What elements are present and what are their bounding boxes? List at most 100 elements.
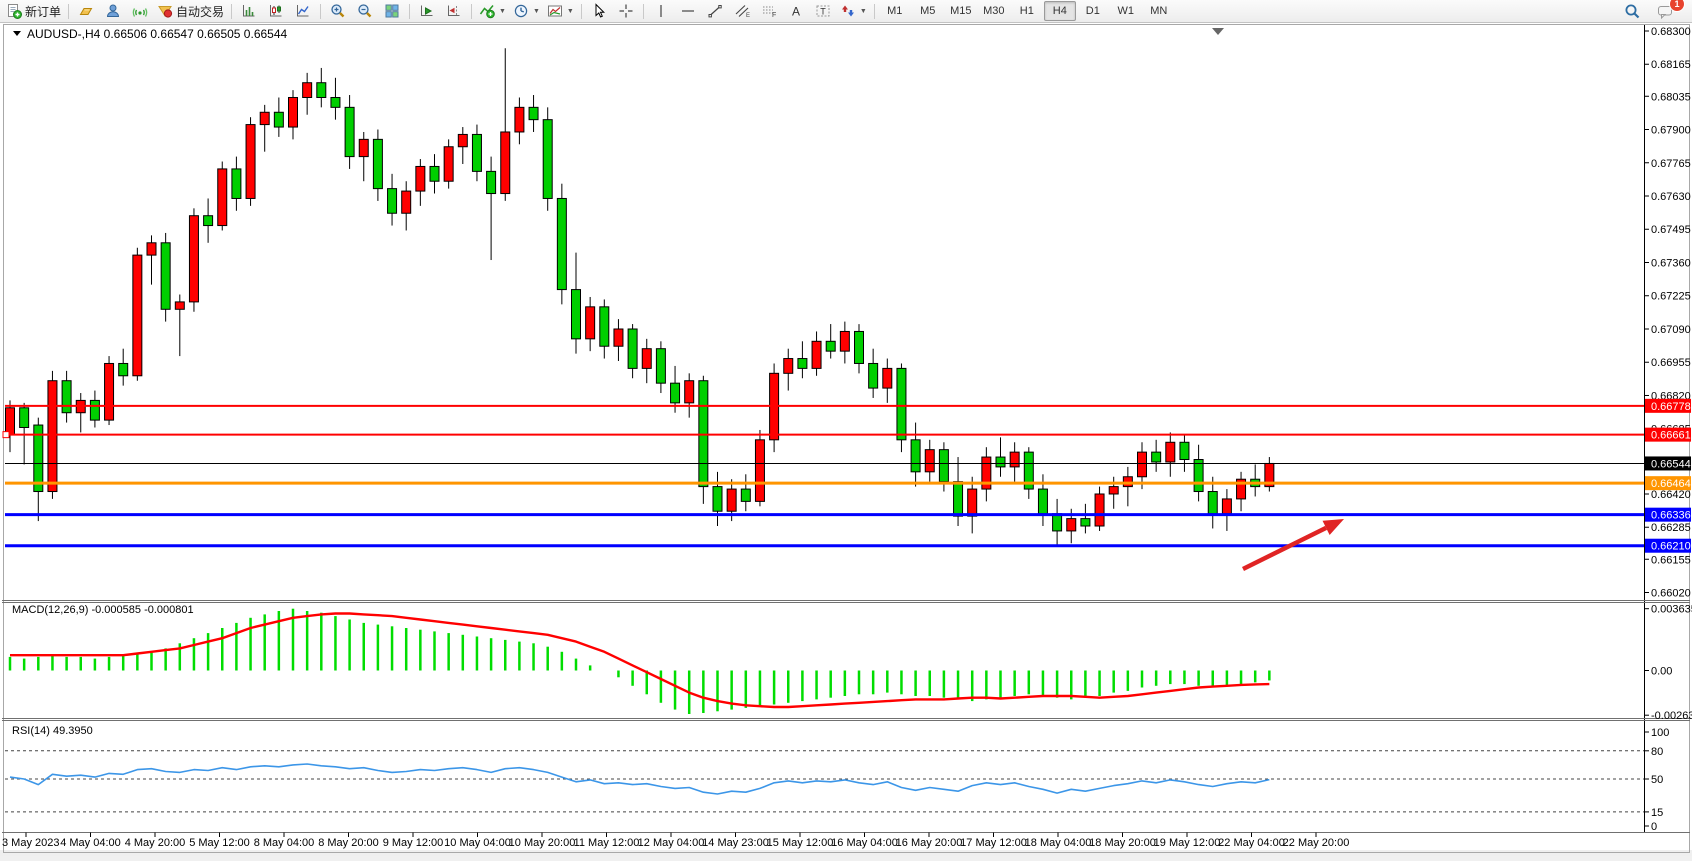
timeframe-button-m1[interactable]: M1 (879, 1, 911, 21)
candle-bearish (62, 381, 71, 413)
macd-axis-label: -0.00263 (1651, 710, 1692, 722)
chart-canvas: 0.683000.681650.680350.679000.677650.676… (0, 23, 1692, 856)
price-marker-label: 0.66778 (1651, 401, 1691, 413)
candle-bullish (727, 489, 736, 511)
chat-button[interactable]: 1 (1653, 0, 1679, 22)
rsi-axis-label: 50 (1651, 774, 1663, 786)
candle-bearish (274, 112, 283, 127)
timeframe-button-m15[interactable]: M15 (945, 1, 977, 21)
candle-bearish (826, 341, 835, 351)
candle-bearish (996, 457, 1005, 467)
price-axis-tick-label: 0.66155 (1651, 554, 1691, 566)
svg-text:A: A (792, 5, 800, 19)
svg-text:F: F (772, 12, 776, 19)
rsi-axis-label: 0 (1651, 821, 1657, 833)
search-button[interactable] (1619, 0, 1645, 22)
arrows-button[interactable]: ▼ (837, 0, 870, 22)
crosshair-button[interactable] (613, 0, 639, 22)
candle-bullish (105, 363, 114, 420)
timeframe-button-h4[interactable]: H4 (1044, 1, 1076, 21)
macd-axis-label: 0.003635 (1651, 604, 1692, 616)
horizontal-line-button[interactable] (675, 0, 701, 22)
zoom-in-button[interactable] (325, 0, 351, 22)
vertical-line-icon (653, 3, 669, 19)
candle-bullish (784, 359, 793, 374)
chart-area: 0.683000.681650.680350.679000.677650.676… (0, 23, 1692, 856)
candle-bullish (218, 169, 227, 226)
signals-button[interactable] (127, 0, 153, 22)
candle-bearish (1194, 460, 1203, 492)
time-axis-label: 12 May 04:00 (638, 837, 705, 849)
autotrading-button[interactable]: 自动交易 (154, 0, 227, 22)
clock-icon (513, 3, 529, 19)
candle-bullish (1222, 499, 1231, 514)
candle-bullish (48, 381, 57, 492)
candle-bearish (388, 189, 397, 214)
zoom-in-icon (330, 3, 346, 19)
auto-scroll-button[interactable] (414, 0, 440, 22)
candle-bullish (1109, 487, 1118, 494)
line-selection-handle[interactable] (3, 432, 9, 438)
funds-button[interactable] (73, 0, 99, 22)
bar-chart-button[interactable] (236, 0, 262, 22)
zoom-out-button[interactable] (352, 0, 378, 22)
candle-bearish (1053, 514, 1062, 531)
indicators-button[interactable]: ▼ (476, 0, 509, 22)
time-axis-label: 22 May 04:00 (1218, 837, 1285, 849)
tile-windows-button[interactable] (379, 0, 405, 22)
chart-title: AUDUSD-,H4 0.66506 0.66547 0.66505 0.665… (27, 27, 288, 41)
search-icon (1624, 3, 1641, 20)
price-axis-tick-label: 0.68165 (1651, 59, 1691, 71)
line-chart-button[interactable] (290, 0, 316, 22)
chart-shift-button[interactable] (441, 0, 467, 22)
time-axis-label: 18 May 04:00 (1025, 837, 1092, 849)
bar-chart-icon (241, 3, 257, 19)
toolbar-separator (471, 4, 472, 19)
rsi-indicator-label: RSI(14) 49.3950 (12, 725, 93, 737)
timeframe-button-mn[interactable]: MN (1143, 1, 1175, 21)
candle-bearish (204, 216, 213, 226)
templates-button[interactable]: ▼ (544, 0, 577, 22)
timeframe-button-h1[interactable]: H1 (1011, 1, 1043, 21)
toolbar: 新订单 自动交易 ▼ ▼ ▼ E F A T ▼ M1M5M15M30H1H4D… (0, 0, 1692, 23)
cursor-button[interactable] (586, 0, 612, 22)
price-axis-tick-label: 0.67495 (1651, 224, 1691, 236)
timeframe-button-d1[interactable]: D1 (1077, 1, 1109, 21)
timeframe-button-m5[interactable]: M5 (912, 1, 944, 21)
candle-bullish (840, 331, 849, 351)
candle-bearish (869, 363, 878, 388)
candle-bearish (939, 450, 948, 482)
trendline-button[interactable] (702, 0, 728, 22)
time-axis-label: 22 May 20:00 (1283, 837, 1350, 849)
fibonacci-button[interactable]: F (756, 0, 782, 22)
notification-badge: 1 (1669, 0, 1685, 12)
price-axis-tick-label: 0.67630 (1651, 191, 1691, 203)
candle-bearish (373, 139, 382, 188)
autotrading-icon (157, 3, 173, 19)
periods-button[interactable]: ▼ (510, 0, 543, 22)
timeframe-button-m30[interactable]: M30 (978, 1, 1010, 21)
candle-bearish (1081, 519, 1090, 526)
candle-bullish (501, 132, 510, 194)
candle-bullish (1095, 494, 1104, 526)
vertical-line-button[interactable] (648, 0, 674, 22)
community-button[interactable] (100, 0, 126, 22)
candle-bearish (628, 329, 637, 368)
price-axis-tick-label: 0.66420 (1651, 489, 1691, 501)
candle-bullish (189, 216, 198, 302)
arrows-icon (840, 3, 856, 19)
candle-bullish (883, 368, 892, 388)
new-order-button[interactable]: 新订单 (3, 0, 64, 22)
price-marker-label: 0.66336 (1651, 510, 1691, 522)
candlestick-chart-button[interactable] (263, 0, 289, 22)
new-order-icon (6, 3, 22, 19)
candle-bullish (303, 83, 312, 98)
candle-bullish (289, 97, 298, 127)
toolbar-separator (68, 4, 69, 19)
timeframe-button-w1[interactable]: W1 (1110, 1, 1142, 21)
text-button[interactable]: A (783, 0, 809, 22)
price-marker-label: 0.66544 (1651, 458, 1691, 470)
equidistant-channel-button[interactable]: E (729, 0, 755, 22)
candle-bullish (685, 381, 694, 403)
text-label-button[interactable]: T (810, 0, 836, 22)
